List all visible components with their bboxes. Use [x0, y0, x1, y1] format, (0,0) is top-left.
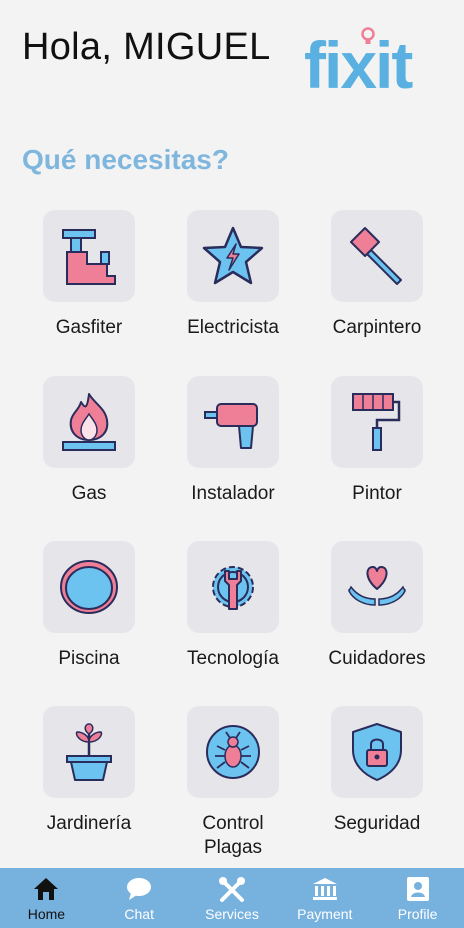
service-gas[interactable]: Gas — [17, 376, 161, 506]
service-control-plagas[interactable]: Control Plagas — [161, 706, 305, 860]
service-gasfiter[interactable]: Gasfiter — [17, 210, 161, 340]
service-electricista[interactable]: Electricista — [161, 210, 305, 340]
hammer-icon — [350, 227, 402, 285]
tab-profile[interactable]: Profile — [372, 876, 464, 922]
service-jardineria[interactable]: Jardinería — [17, 706, 161, 836]
shield-lock-icon — [352, 723, 402, 781]
svg-text:fixit: fixit — [304, 28, 413, 98]
bank-icon — [312, 878, 337, 900]
service-label: Carpintero — [332, 317, 422, 338]
home-icon — [34, 878, 59, 900]
lightning-star-icon — [202, 226, 264, 285]
service-seguridad[interactable]: Seguridad — [305, 706, 449, 836]
service-label: Pintor — [352, 483, 402, 504]
tab-payment[interactable]: Payment — [279, 876, 371, 922]
flame-icon — [62, 393, 116, 451]
tab-label: Services — [205, 906, 259, 922]
service-instalador[interactable]: Instalador — [161, 376, 305, 506]
service-tecnologia[interactable]: Tecnología — [161, 541, 305, 671]
service-label: Tecnología — [187, 648, 279, 669]
service-label: Piscina — [58, 648, 120, 669]
pipe-icon — [62, 229, 116, 285]
service-label: Seguridad — [333, 813, 421, 834]
tab-home[interactable]: Home — [0, 876, 92, 922]
bottom-tab-bar: Home Chat Services Payment Profile — [0, 868, 464, 928]
greeting-title: Hola, MIGUEL — [22, 26, 271, 68]
service-piscina[interactable]: Piscina — [17, 541, 161, 671]
service-label: Gasfiter — [55, 317, 123, 338]
bug-icon — [206, 725, 260, 779]
profile-icon — [406, 877, 429, 901]
pool-icon — [60, 560, 118, 614]
home-screen: Hola, MIGUEL fixit Qué necesitas? Gasfit… — [0, 0, 464, 928]
service-label: Control Plagas — [202, 813, 264, 858]
service-cuidadores[interactable]: Cuidadores — [305, 541, 449, 671]
service-label: Instalador — [191, 483, 275, 504]
tab-label: Chat — [124, 906, 154, 922]
tab-label: Home — [27, 906, 66, 922]
service-label: Cuidadores — [328, 648, 426, 669]
service-label: Jardinería — [46, 813, 132, 834]
tab-label: Payment — [297, 906, 353, 922]
plant-pot-icon — [66, 723, 112, 781]
service-carpintero[interactable]: Carpintero — [305, 210, 449, 340]
tab-label: Profile — [397, 906, 438, 922]
tab-chat[interactable]: Chat — [93, 876, 185, 922]
drill-icon — [204, 403, 258, 449]
fixit-logo: fixit — [304, 27, 415, 98]
heart-hands-icon — [348, 566, 406, 606]
service-pintor[interactable]: Pintor — [305, 376, 449, 506]
paint-roller-icon — [352, 393, 401, 451]
tools-icon — [218, 877, 245, 902]
service-label: Electricista — [187, 317, 279, 338]
chat-icon — [127, 878, 152, 900]
tab-services[interactable]: Services — [186, 876, 278, 922]
gear-wrench-icon — [212, 566, 254, 610]
service-label: Gas — [71, 483, 107, 504]
section-question: Qué necesitas? — [22, 144, 229, 175]
